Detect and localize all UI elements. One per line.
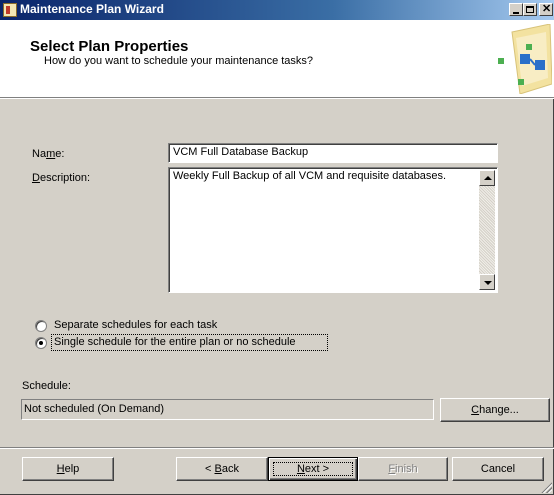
schedule-label: Schedule: [22, 380, 71, 392]
name-label-post: e: [55, 148, 65, 160]
footer-divider-highlight [0, 448, 554, 449]
schedule-value-field: Not scheduled (On Demand) [21, 399, 434, 420]
window-title: Maintenance Plan Wizard [20, 2, 164, 16]
next-button[interactable]: Next > [268, 457, 358, 481]
back-label: ack [221, 463, 239, 475]
description-textarea[interactable]: Weekly Full Backup of all VCM and requis… [168, 167, 498, 293]
wizard-header: Select Plan Properties How do you want t… [0, 20, 554, 98]
name-label-pre: Na [32, 148, 47, 160]
change-schedule-button[interactable]: Change... [440, 398, 550, 422]
back-accel: B [214, 463, 222, 475]
help-button[interactable]: Help [22, 457, 114, 481]
name-input[interactable]: VCM Full Database Backup [168, 143, 498, 163]
description-label-accel: D [32, 172, 40, 184]
finish-label: inish [395, 463, 418, 475]
arrow-up-icon [484, 176, 492, 180]
name-label: Name: [32, 148, 64, 160]
title-bar[interactable]: Maintenance Plan Wizard ✕ [0, 0, 554, 20]
description-scrollbar[interactable] [479, 170, 495, 290]
description-label: Description: [32, 172, 90, 184]
radio-single-label[interactable]: Single schedule for the entire plan or n… [54, 336, 296, 348]
close-icon: ✕ [542, 3, 552, 15]
back-prefix: < [205, 463, 215, 475]
radio-separate-schedules[interactable] [35, 320, 47, 332]
scroll-up-button[interactable] [479, 170, 495, 186]
cancel-button[interactable]: Cancel [452, 457, 544, 481]
change-accel: C [471, 404, 480, 416]
schedule-value: Not scheduled (On Demand) [24, 403, 165, 415]
description-textarea-value: Weekly Full Backup of all VCM and requis… [173, 170, 447, 182]
description-label-post: escription: [39, 172, 91, 184]
radio-separate-label[interactable]: Separate schedules for each task [54, 319, 217, 331]
name-label-accel: m [46, 148, 56, 160]
page-title: Select Plan Properties [30, 38, 189, 55]
scroll-down-button[interactable] [479, 274, 495, 290]
resize-grip[interactable] [540, 481, 552, 493]
back-button[interactable]: < Back [176, 457, 268, 481]
app-icon [3, 3, 17, 17]
help-label: elp [64, 463, 80, 475]
wizard-window: Maintenance Plan Wizard ✕ Select Plan Pr… [0, 0, 554, 495]
close-button[interactable]: ✕ [539, 3, 553, 16]
header-divider [0, 98, 554, 99]
change-label: hange... [479, 404, 519, 416]
name-input-value: VCM Full Database Backup [173, 146, 309, 158]
maximize-button[interactable] [523, 3, 537, 16]
wizard-banner-icon [498, 24, 552, 94]
radio-single-schedule[interactable] [35, 337, 47, 349]
next-focus-rect [273, 462, 353, 476]
finish-button[interactable]: Finish [358, 457, 448, 481]
help-accel: H [56, 463, 65, 475]
page-subtitle: How do you want to schedule your mainten… [44, 55, 314, 67]
arrow-down-icon [484, 281, 492, 285]
minimize-button[interactable] [509, 3, 523, 16]
